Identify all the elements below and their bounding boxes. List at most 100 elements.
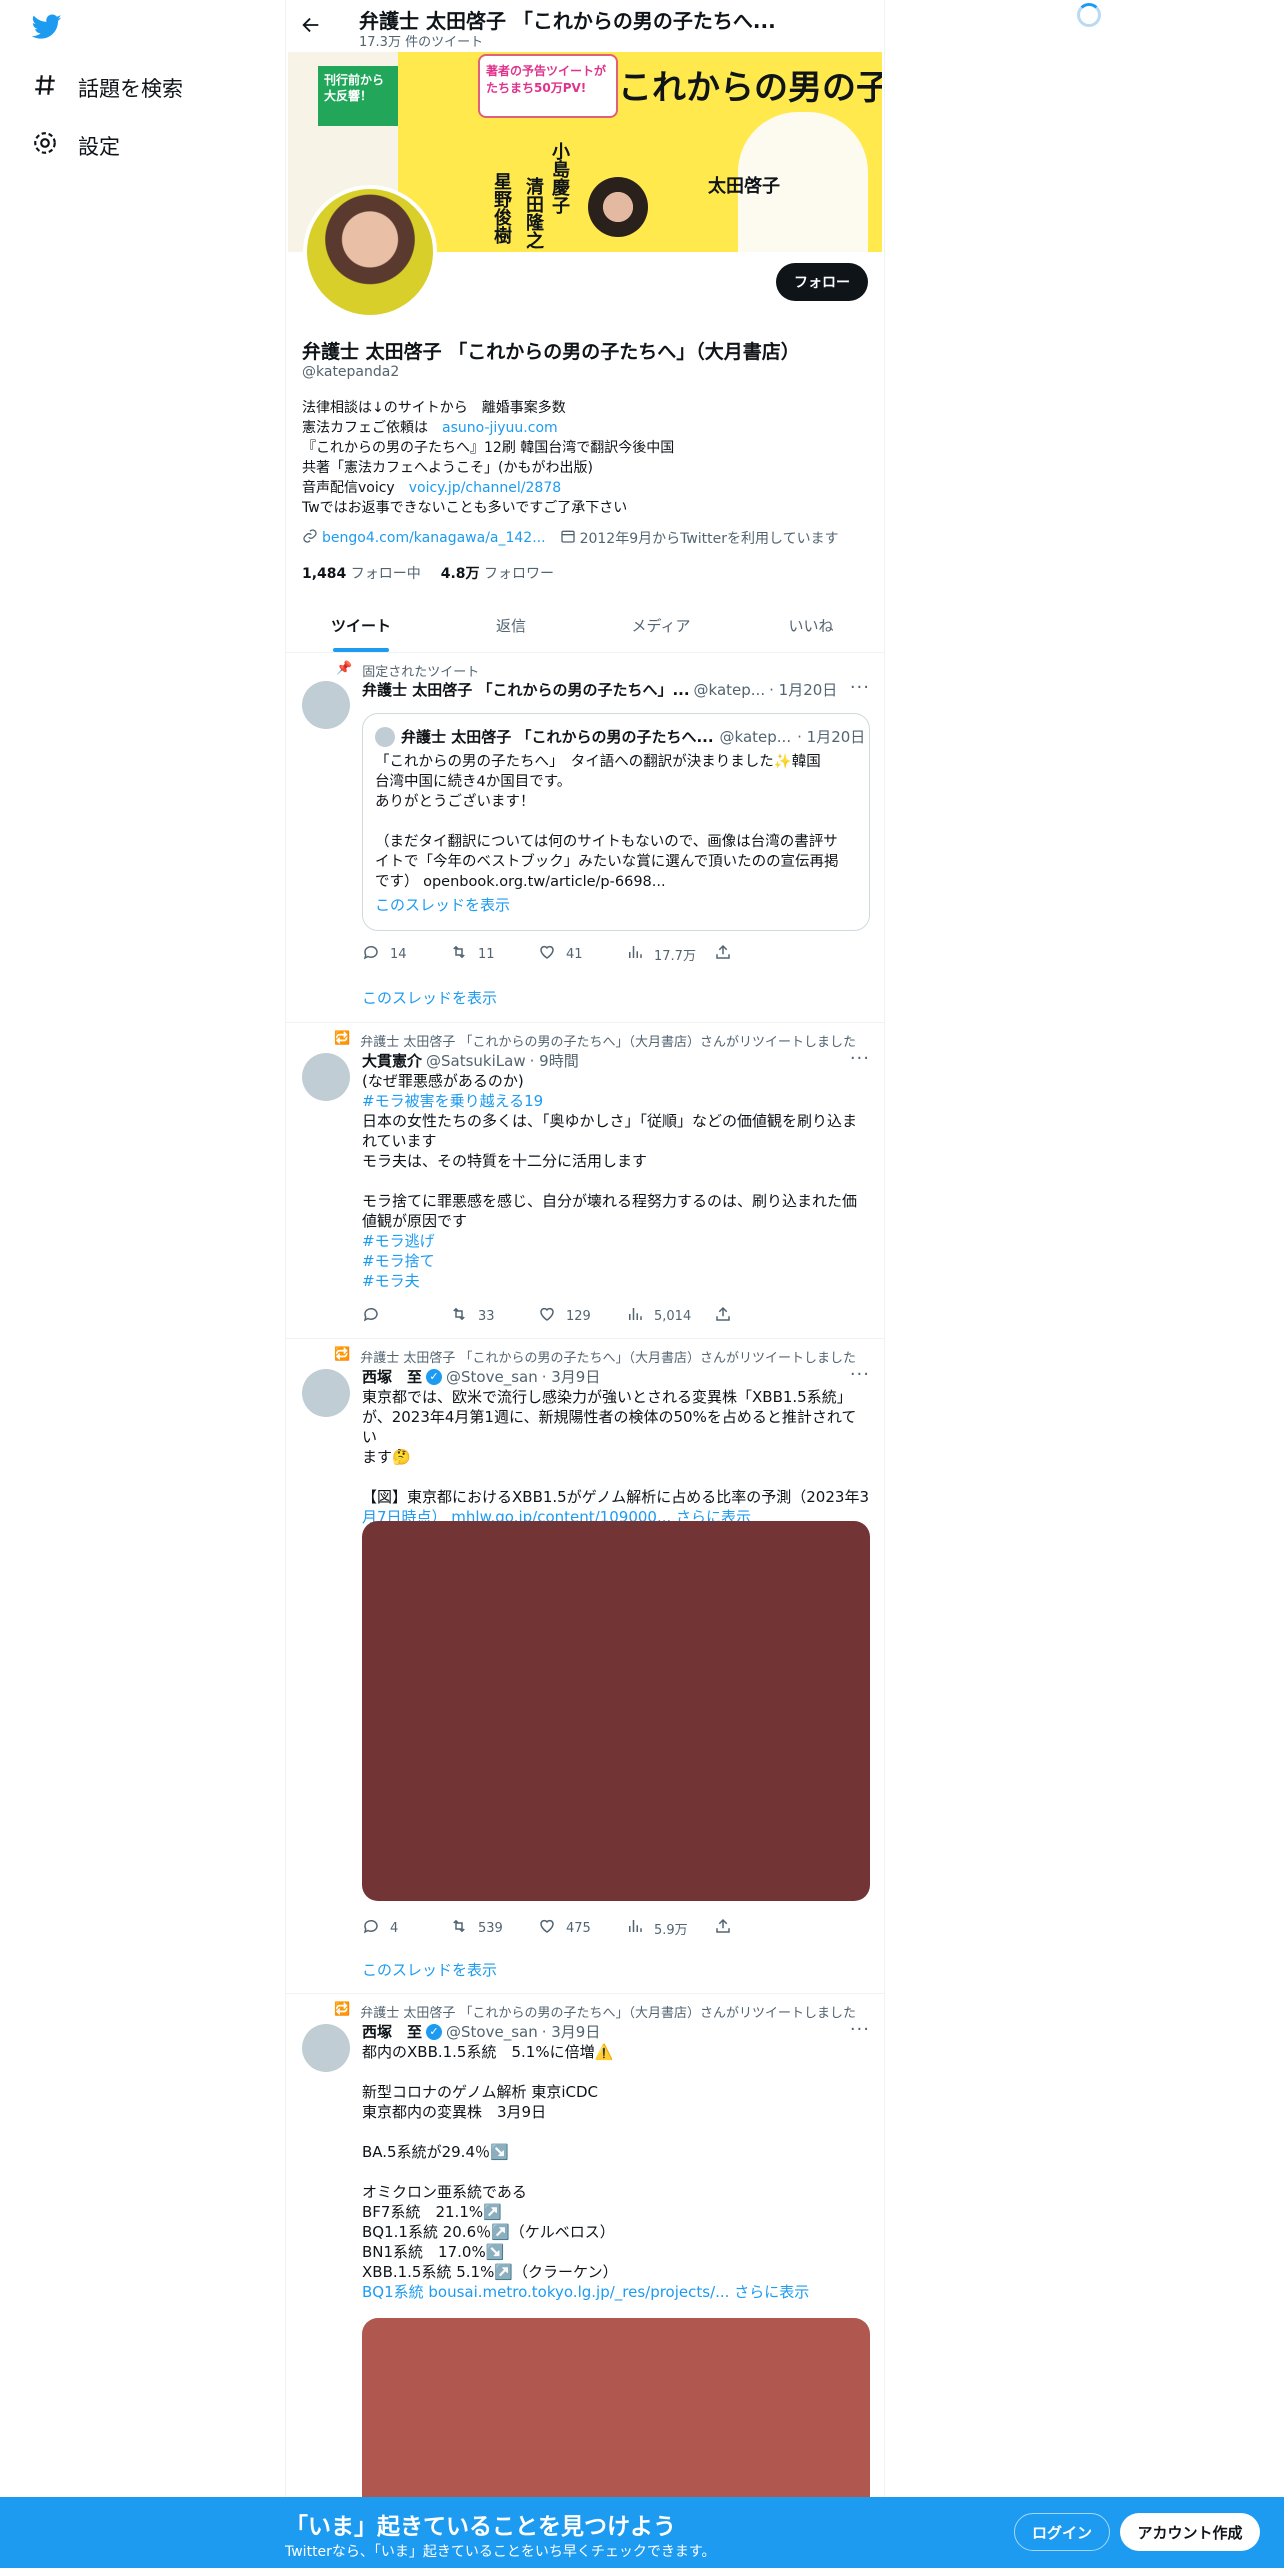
profile-name: 弁護士 太田啓子 「これからの男の子たちへ」（大月書店） <box>302 341 800 363</box>
signup-button[interactable]: アカウント作成 <box>1120 2513 1260 2551</box>
banner-photo <box>588 177 648 237</box>
heart-icon <box>538 1305 556 1327</box>
banner-author-2: 小島慶子 <box>549 142 570 214</box>
following-link[interactable]: 1,484 フォロー中 <box>302 563 421 583</box>
reply-button[interactable]: 4 <box>362 1917 450 1939</box>
banner-author-4: 太田啓子 <box>708 176 780 197</box>
header-name: 弁護士 太田啓子 「これからの男の子たちへ... <box>359 9 776 33</box>
share-button[interactable] <box>714 1305 802 1327</box>
tweet[interactable]: 🔁 弁護士 太田啓子 「これからの男の子たちへ」（大月書店）さんがリツイートしまし… <box>286 1339 884 1994</box>
retweet-button[interactable]: 33 <box>450 1305 538 1327</box>
avatar[interactable] <box>302 1369 350 1417</box>
tweet-header: 西塚 至 ✓ @Stove_san · 3月9日 <box>362 2022 601 2042</box>
retweet-button[interactable]: 11 <box>450 943 538 965</box>
signup-banner-subtitle: Twitterなら、「いま」起きていることをいち早くチェックできます。 <box>285 2544 716 2560</box>
tab-replies[interactable]: 返信 <box>436 598 586 652</box>
more-icon[interactable]: ··· <box>850 1364 870 1385</box>
banner-tag-white: 著者の予告ツイートがたちまち50万PV! <box>478 54 618 118</box>
bio-line: 共著「憲法カフェへようこそ」(かもがわ出版) <box>302 460 593 476</box>
nav-explore[interactable]: 話題を検索 <box>32 72 183 103</box>
retweet-button[interactable]: 539 <box>450 1917 538 1939</box>
avatar[interactable] <box>302 2024 350 2072</box>
tweet-link[interactable]: BQ1系統 bousai.metro.tokyo.lg.jp/_res/proj… <box>362 2282 870 2302</box>
like-button[interactable]: 129 <box>538 1305 626 1327</box>
profile-avatar[interactable] <box>303 185 437 319</box>
hashtag-link[interactable]: #モラ夫 <box>362 1271 870 1291</box>
quote-header: 弁護士 太田啓子 「これからの男の子たちへ... @katep... · 1月20日 <box>375 726 865 747</box>
gear-icon <box>32 130 58 161</box>
retweet-icon: 🔁 <box>334 1031 351 1046</box>
pin-icon: 📌 <box>336 661 353 676</box>
calendar-icon <box>560 528 576 548</box>
tweet-header: 大貫憲介 @SatsukiLaw · 9時間 <box>362 1051 579 1071</box>
tweet-media[interactable] <box>362 1521 870 1901</box>
retweet-context: 🔁 弁護士 太田啓子 「これからの男の子たちへ」（大月書店）さんがリツイートしまし… <box>334 1031 856 1050</box>
hashtag-icon <box>32 72 58 103</box>
quote-thread-link[interactable]: このスレッドを表示 <box>375 894 510 915</box>
show-thread-link[interactable]: このスレッドを表示 <box>362 987 497 1008</box>
bio-link[interactable]: voicy.jp/channel/2878 <box>409 480 561 496</box>
profile-website[interactable]: bengo4.com/kanagawa/a_142... <box>322 530 546 546</box>
loading-spinner-icon <box>1077 3 1101 27</box>
quote-tweet[interactable]: 弁護士 太田啓子 「これからの男の子たちへ... @katep... · 1月20日… <box>362 713 870 931</box>
avatar[interactable] <box>302 681 350 729</box>
share-button[interactable] <box>714 943 802 965</box>
bio-line: 法律相談は↓のサイトから 離婚事案多数 <box>302 400 566 416</box>
twitter-logo-icon[interactable] <box>31 14 62 44</box>
more-icon[interactable]: ··· <box>850 2019 870 2040</box>
link-icon <box>302 528 318 548</box>
profile-header-bar: 弁護士 太田啓子 「これからの男の子たちへ... 17.3万 件のツイート <box>286 0 884 52</box>
views-button[interactable]: 5.9万 <box>626 1917 714 1939</box>
profile-joined: 2012年9月からTwitterを利用しています <box>579 531 839 547</box>
header-tweet-count: 17.3万 件のツイート <box>359 35 484 50</box>
heart-icon <box>538 1917 556 1939</box>
retweet-icon <box>450 943 468 965</box>
retweet-icon: 🔁 <box>334 2002 351 2017</box>
follow-button[interactable]: フォロー <box>776 263 868 301</box>
retweet-icon <box>450 1305 468 1327</box>
bio-line: 憲法カフェご依頼は asuno-jiyuu.com <box>302 420 558 436</box>
retweet-context: 🔁 弁護士 太田啓子 「これからの男の子たちへ」（大月書店）さんがリツイートしまし… <box>334 2002 856 2021</box>
share-button[interactable] <box>714 1917 802 1939</box>
profile-tabs: ツイート 返信 メディア いいね <box>286 598 884 653</box>
tweet[interactable]: 🔁 弁護士 太田啓子 「これからの男の子たちへ」（大月書店）さんがリツイートしまし… <box>286 1994 884 2568</box>
tweet-text: 都内のXBB.1.5系統 5.1%に倍増⚠️ 新型コロナのゲノム解析 東京iCD… <box>362 2042 870 2302</box>
tab-likes[interactable]: いいね <box>736 598 884 652</box>
share-icon <box>714 943 732 965</box>
tweet[interactable]: 📌 固定されたツイート 弁護士 太田啓子 「これからの男の子たちへ」... @kat… <box>286 653 884 1023</box>
chart-icon <box>626 943 644 965</box>
hashtag-link[interactable]: #モラ逃げ <box>362 1231 870 1251</box>
back-arrow-icon[interactable] <box>300 14 322 40</box>
retweet-icon: 🔁 <box>334 1347 351 1362</box>
more-icon[interactable]: ··· <box>850 677 870 698</box>
tab-media[interactable]: メディア <box>586 598 736 652</box>
bio-link[interactable]: asuno-jiyuu.com <box>442 420 558 436</box>
avatar[interactable] <box>302 1053 350 1101</box>
share-icon <box>714 1305 732 1327</box>
hashtag-link[interactable]: #モラ被害を乗り越える19 <box>362 1091 870 1111</box>
views-button[interactable]: 5,014 <box>626 1305 714 1327</box>
banner-title: これからの男の子たちへ <box>618 68 882 108</box>
hashtag-link[interactable]: #モラ捨て <box>362 1251 870 1271</box>
show-thread-link[interactable]: このスレッドを表示 <box>362 1959 497 1980</box>
like-button[interactable]: 41 <box>538 943 626 965</box>
pinned-context: 📌 固定されたツイート <box>336 661 480 680</box>
tweet[interactable]: 🔁 弁護士 太田啓子 「これからの男の子たちへ」（大月書店）さんがリツイートしまし… <box>286 1023 884 1339</box>
profile-handle: @katepanda2 <box>302 364 400 380</box>
login-button[interactable]: ログイン <box>1014 2513 1110 2551</box>
reply-button[interactable]: 14 <box>362 943 450 965</box>
like-button[interactable]: 475 <box>538 1917 626 1939</box>
nav-settings[interactable]: 設定 <box>32 130 120 161</box>
followers-link[interactable]: 4.8万 フォロワー <box>441 563 554 583</box>
tab-tweets[interactable]: ツイート <box>286 598 436 652</box>
tweet-actions: 33 129 5,014 <box>362 1305 802 1327</box>
more-icon[interactable]: ··· <box>850 1048 870 1069</box>
bio-line: Twではお返事できないことも多いですご了承下さい <box>302 500 628 516</box>
verified-badge-icon: ✓ <box>426 2023 443 2040</box>
retweet-icon <box>450 1917 468 1939</box>
banner-tag-green: 刊行前から大反響！ <box>318 66 398 126</box>
tweet-header: 西塚 至 ✓ @Stove_san · 3月9日 <box>362 1367 601 1387</box>
reply-button[interactable] <box>362 1305 450 1327</box>
views-button[interactable]: 17.7万 <box>626 943 714 965</box>
bio-line: 『これからの男の子たちへ』12刷 韓国台湾で翻訳今後中国 <box>302 440 675 456</box>
